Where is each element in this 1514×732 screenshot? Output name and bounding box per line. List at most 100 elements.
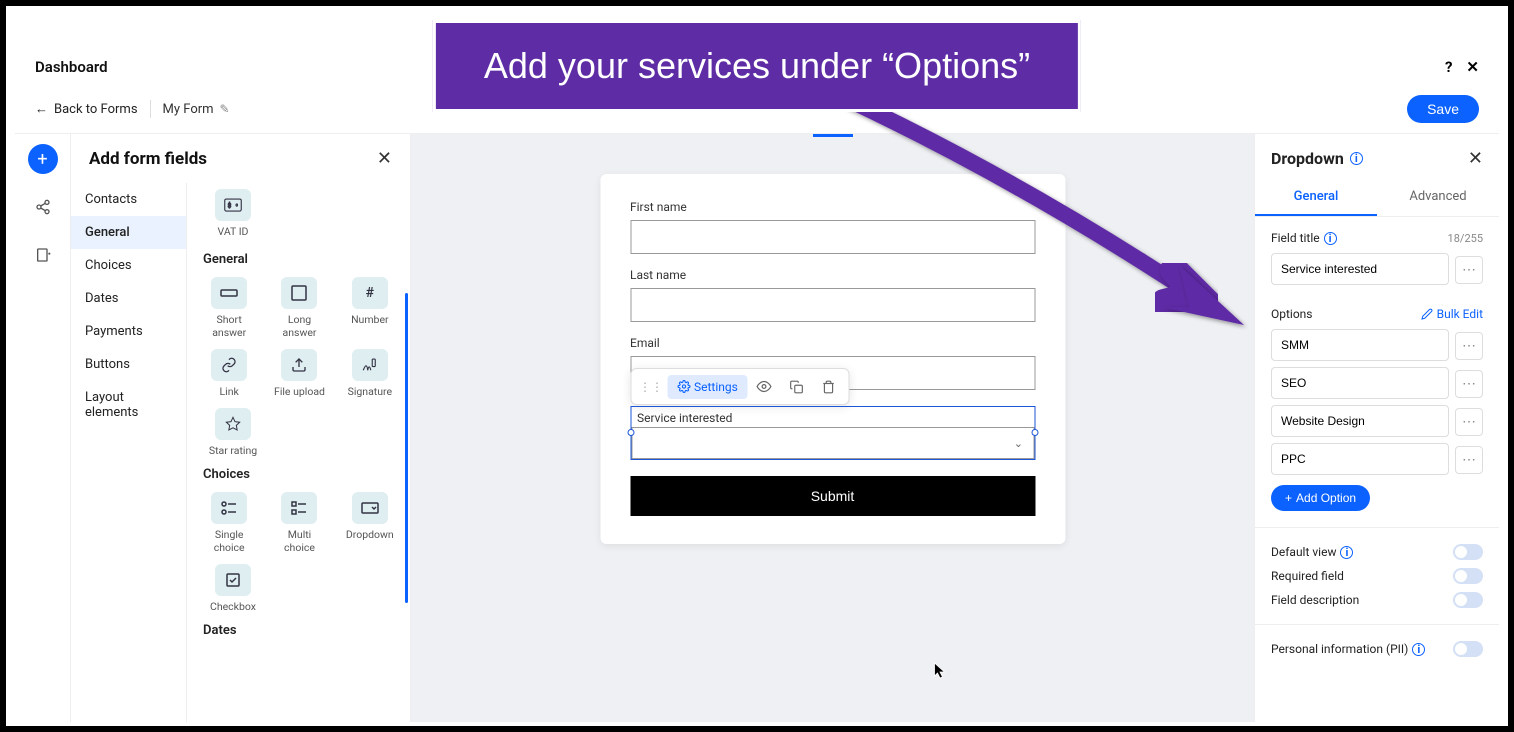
form-name: My Form (163, 102, 214, 117)
category-contacts[interactable]: Contacts (71, 183, 186, 216)
field-label: Dropdown (346, 528, 394, 541)
option-input-0[interactable] (1271, 329, 1449, 361)
email-label: Email (630, 336, 1035, 350)
field-label: Signature (348, 385, 392, 398)
field-single-choice[interactable]: Single choice (201, 492, 257, 554)
field-multi-choice[interactable]: Multi choice (271, 492, 327, 554)
scrollbar[interactable] (405, 293, 408, 603)
chevron-down-icon: ⌄ (1014, 437, 1023, 450)
form-preview: First name Last name Email ⋮⋮ Settings (600, 174, 1065, 544)
tab-indicator (813, 134, 853, 137)
checkbox-icon (215, 564, 251, 596)
info-icon[interactable]: i (1340, 546, 1353, 559)
divider (1255, 624, 1499, 625)
link-icon (211, 349, 247, 381)
bulk-edit-label: Bulk Edit (1437, 307, 1483, 321)
vat-icon: $ (215, 189, 251, 221)
resize-handle[interactable] (1031, 429, 1038, 436)
service-label: Service interested (631, 407, 1034, 427)
tab-advanced[interactable]: Advanced (1377, 179, 1499, 216)
field-label: Multi choice (271, 528, 327, 554)
form-icon[interactable] (28, 240, 58, 270)
instruction-banner: Add your services under “Options” (433, 20, 1081, 112)
add-option-label: Add Option (1296, 491, 1356, 505)
field-long-answer[interactable]: Long answer (271, 277, 327, 339)
option-more-icon[interactable]: ⋯ (1455, 332, 1483, 360)
upload-icon (281, 349, 317, 381)
required-toggle[interactable] (1453, 568, 1483, 584)
help-icon[interactable]: ? (1445, 58, 1452, 76)
service-dropdown-field[interactable]: Service interested ⌄ (630, 406, 1035, 460)
drag-handle-icon[interactable]: ⋮⋮ (635, 380, 667, 394)
options-label: Options (1271, 307, 1313, 321)
field-label: Checkbox (210, 600, 256, 613)
duplicate-icon[interactable] (781, 374, 813, 400)
single-choice-icon (211, 492, 247, 524)
default-view-toggle[interactable] (1453, 544, 1483, 560)
option-input-2[interactable] (1271, 405, 1449, 437)
info-icon[interactable]: i (1412, 643, 1425, 656)
field-vatid[interactable]: $ VAT ID (201, 189, 265, 238)
option-more-icon[interactable]: ⋯ (1455, 408, 1483, 436)
visibility-icon[interactable] (748, 373, 781, 400)
info-icon[interactable]: i (1324, 232, 1337, 245)
category-dates[interactable]: Dates (71, 282, 186, 315)
pii-toggle[interactable] (1453, 641, 1483, 657)
bulk-edit-button[interactable]: Bulk Edit (1421, 307, 1483, 321)
divider (150, 100, 151, 118)
field-label: Number (351, 313, 389, 326)
share-icon[interactable] (28, 192, 58, 222)
category-general[interactable]: General (71, 216, 186, 249)
last-name-label: Last name (630, 268, 1035, 282)
default-view-label: Default view (1271, 545, 1336, 559)
panel-close-icon[interactable]: ✕ (377, 148, 392, 169)
back-label: Back to Forms (54, 102, 138, 117)
cursor-icon (933, 662, 947, 680)
field-checkbox[interactable]: Checkbox (201, 564, 265, 613)
add-option-button[interactable]: + Add Option (1271, 485, 1370, 511)
field-title-input[interactable] (1271, 253, 1449, 285)
close-icon[interactable]: ✕ (1466, 58, 1479, 76)
field-title-label: Field title (1271, 231, 1320, 245)
resize-handle[interactable] (627, 429, 634, 436)
field-signature[interactable]: Signature (342, 349, 398, 398)
category-payments[interactable]: Payments (71, 315, 186, 348)
settings-button[interactable]: Settings (667, 375, 748, 399)
section-choices: Choices (203, 467, 398, 482)
field-file-upload[interactable]: File upload (271, 349, 327, 398)
more-icon[interactable]: ⋯ (1455, 256, 1483, 284)
field-dropdown[interactable]: Dropdown (342, 492, 398, 554)
section-dates: Dates (203, 623, 398, 638)
option-input-1[interactable] (1271, 367, 1449, 399)
delete-icon[interactable] (813, 374, 845, 400)
field-link[interactable]: Link (201, 349, 257, 398)
info-icon[interactable]: i (1350, 152, 1363, 165)
add-field-button[interactable]: + (28, 144, 58, 174)
category-buttons[interactable]: Buttons (71, 348, 186, 381)
pencil-icon (1421, 308, 1433, 320)
field-star-rating[interactable]: Star rating (201, 408, 265, 457)
plus-icon: + (1285, 491, 1292, 505)
back-to-forms-link[interactable]: ← Back to Forms (35, 101, 138, 117)
category-layout-elements[interactable]: Layout elements (71, 381, 186, 429)
field-label: Single choice (201, 528, 257, 554)
signature-icon (352, 349, 388, 381)
option-input-3[interactable] (1271, 443, 1449, 475)
tab-general[interactable]: General (1255, 179, 1377, 216)
multi-choice-icon (281, 492, 317, 524)
edit-icon[interactable]: ✎ (220, 102, 230, 116)
submit-button[interactable]: Submit (630, 476, 1035, 516)
arrow-left-icon: ← (35, 101, 48, 117)
panel-title: Add form fields (89, 149, 207, 169)
last-name-input[interactable] (630, 288, 1035, 322)
option-more-icon[interactable]: ⋯ (1455, 446, 1483, 474)
field-number[interactable]: #Number (342, 277, 398, 339)
first-name-input[interactable] (630, 220, 1035, 254)
description-toggle[interactable] (1453, 592, 1483, 608)
save-button[interactable]: Save (1407, 95, 1479, 123)
option-more-icon[interactable]: ⋯ (1455, 370, 1483, 398)
field-short-answer[interactable]: Short answer (201, 277, 257, 339)
right-panel-close-icon[interactable]: ✕ (1468, 148, 1483, 169)
char-count: 18/255 (1448, 232, 1483, 245)
category-choices[interactable]: Choices (71, 249, 186, 282)
